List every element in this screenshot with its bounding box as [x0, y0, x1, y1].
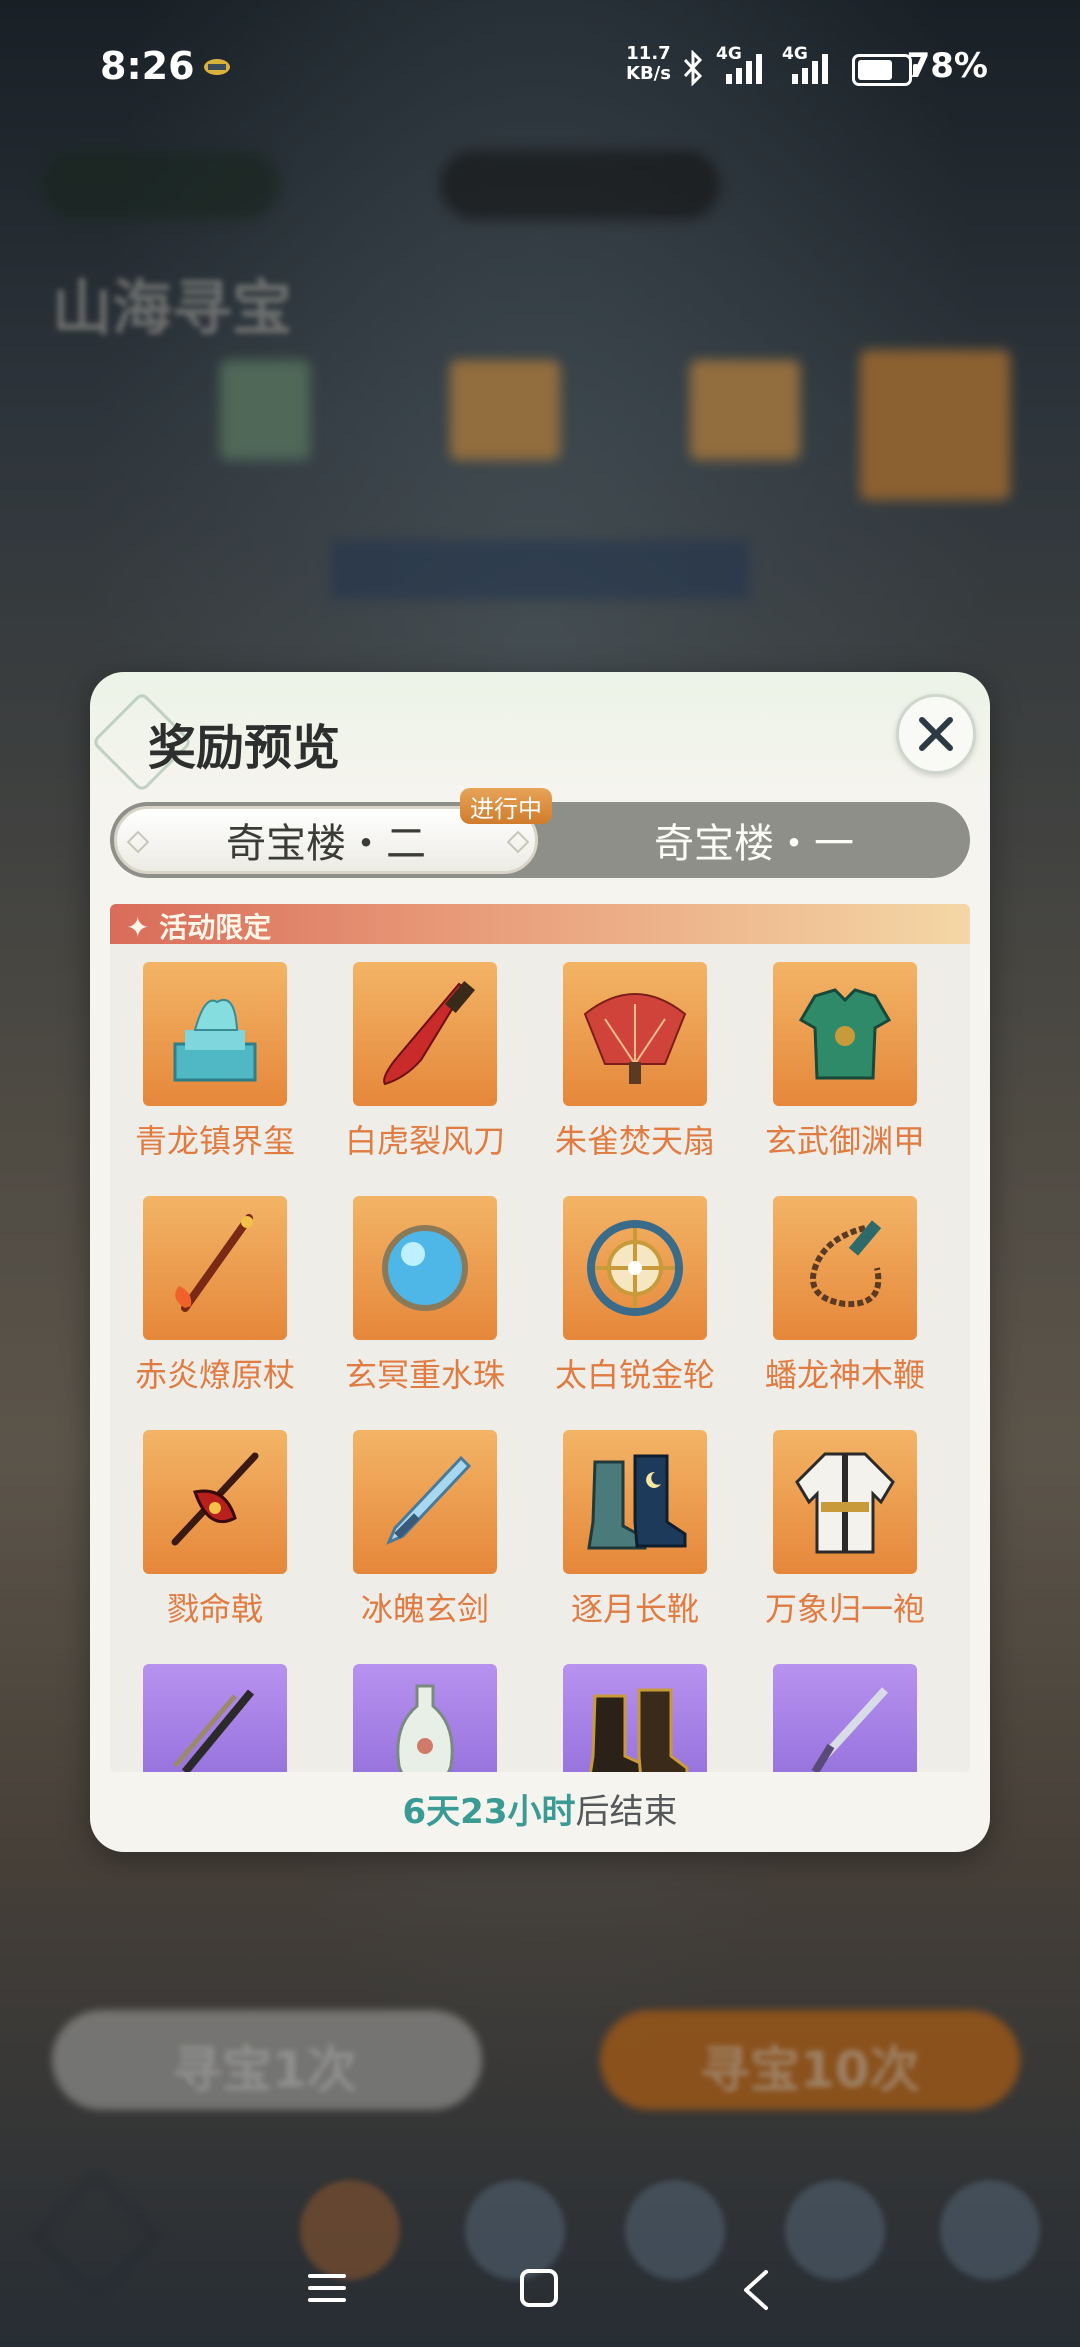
sparkle-icon: ✦: [126, 911, 150, 944]
reward-item[interactable]: 冰魄玄剑: [320, 1430, 530, 1630]
countdown-time: 6天23小时: [402, 1792, 576, 1832]
network-speed: 11.7 KB/s: [626, 44, 671, 84]
menu-icon[interactable]: [306, 2268, 348, 2308]
reward-name: 逐月长靴: [570, 1590, 699, 1628]
reward-name: 白虎裂风刀: [344, 1122, 505, 1160]
system-nav-bar: [0, 2232, 1080, 2347]
ice-sword-icon: [353, 1430, 497, 1574]
network-speed-value: 11.7: [626, 43, 671, 64]
section-banner: ✦ 活动限定: [110, 904, 970, 944]
status-bar: 8:26 11.7 KB/s 4G 4G 78%: [0, 0, 1080, 140]
saber-icon: [353, 962, 497, 1106]
reward-name: 万象归一袍: [764, 1590, 925, 1628]
reward-name: 玄武御渊甲: [764, 1122, 925, 1160]
reward-item[interactable]: 朱雀焚天扇: [530, 962, 740, 1162]
countdown-suffix: 后结束: [575, 1792, 678, 1832]
reward-name: 冰魄玄剑: [360, 1590, 489, 1628]
reward-item[interactable]: 戮命戟: [110, 1430, 320, 1630]
orb-icon: [353, 1196, 497, 1340]
fan-icon: [563, 962, 707, 1106]
tab-qibaolou-1[interactable]: 奇宝楼・一: [542, 806, 966, 874]
reward-item[interactable]: 万象归一袍: [740, 1430, 950, 1630]
halberd-icon: [143, 1430, 287, 1574]
dark-boots-icon: [563, 1664, 707, 1772]
staff-icon: [143, 1196, 287, 1340]
bluetooth-icon: [683, 50, 703, 86]
jade-seal-icon: [143, 962, 287, 1106]
reward-name: 玄冥重水珠: [344, 1356, 505, 1394]
section-title: ✦ 活动限定: [126, 906, 271, 946]
armor-icon: [773, 962, 917, 1106]
dagger-icon: [773, 1664, 917, 1772]
reward-item[interactable]: [530, 1664, 740, 1772]
reward-item[interactable]: 太白锐金轮: [530, 1196, 740, 1396]
reward-item[interactable]: 逐月长靴: [530, 1430, 740, 1630]
battery-percent: 78%: [906, 46, 988, 86]
reward-name: 赤炎燎原杖: [134, 1356, 295, 1394]
reward-list[interactable]: ✦ 活动限定 青龙镇界玺 白虎裂风刀 朱雀焚天扇 玄武御渊甲 赤炎燎原杖 玄冥重…: [110, 904, 970, 1772]
robe-icon: [773, 1430, 917, 1574]
battery-icon: [852, 54, 918, 86]
reward-name: 朱雀焚天扇: [554, 1122, 715, 1160]
reward-item[interactable]: 赤炎燎原杖: [110, 1196, 320, 1396]
reward-name: 太白锐金轮: [554, 1356, 715, 1394]
reward-preview-dialog: 奖励预览 奇宝楼・二 奇宝楼・一 进行中 ✦ 活动限定 青龙镇界玺 白虎裂风刀 …: [90, 672, 990, 1852]
reward-item[interactable]: 玄武御渊甲: [740, 962, 950, 1162]
reward-item[interactable]: [320, 1664, 530, 1772]
dual-blades-icon: [143, 1664, 287, 1772]
boots-icon: [563, 1430, 707, 1574]
close-button[interactable]: [896, 694, 976, 774]
back-icon[interactable]: [738, 2268, 774, 2312]
signal-icon: [726, 52, 762, 84]
app-notification-icon: [204, 59, 230, 75]
reward-item[interactable]: [740, 1664, 950, 1772]
whip-icon: [773, 1196, 917, 1340]
reward-item[interactable]: 白虎裂风刀: [320, 962, 530, 1162]
section-title-text: 活动限定: [159, 911, 272, 944]
reward-item[interactable]: 玄冥重水珠: [320, 1196, 530, 1396]
dialog-title: 奖励预览: [148, 720, 341, 776]
reward-name: 戮命戟: [166, 1590, 263, 1628]
reward-item[interactable]: [110, 1664, 320, 1772]
network-speed-unit: KB/s: [626, 63, 671, 84]
close-icon: [919, 717, 953, 751]
in-progress-badge: 进行中: [460, 788, 552, 824]
reward-item[interactable]: 蟠龙神木鞭: [740, 1196, 950, 1396]
signal-icon: [792, 52, 828, 84]
vase-icon: [353, 1664, 497, 1772]
countdown: 6天23小时后结束: [90, 1784, 990, 1833]
wheel-icon: [563, 1196, 707, 1340]
reward-name: 青龙镇界玺: [134, 1122, 295, 1160]
reward-item[interactable]: 青龙镇界玺: [110, 962, 320, 1162]
home-square-icon[interactable]: [518, 2268, 560, 2308]
clock: 8:26: [100, 44, 195, 88]
reward-name: 蟠龙神木鞭: [764, 1356, 925, 1394]
